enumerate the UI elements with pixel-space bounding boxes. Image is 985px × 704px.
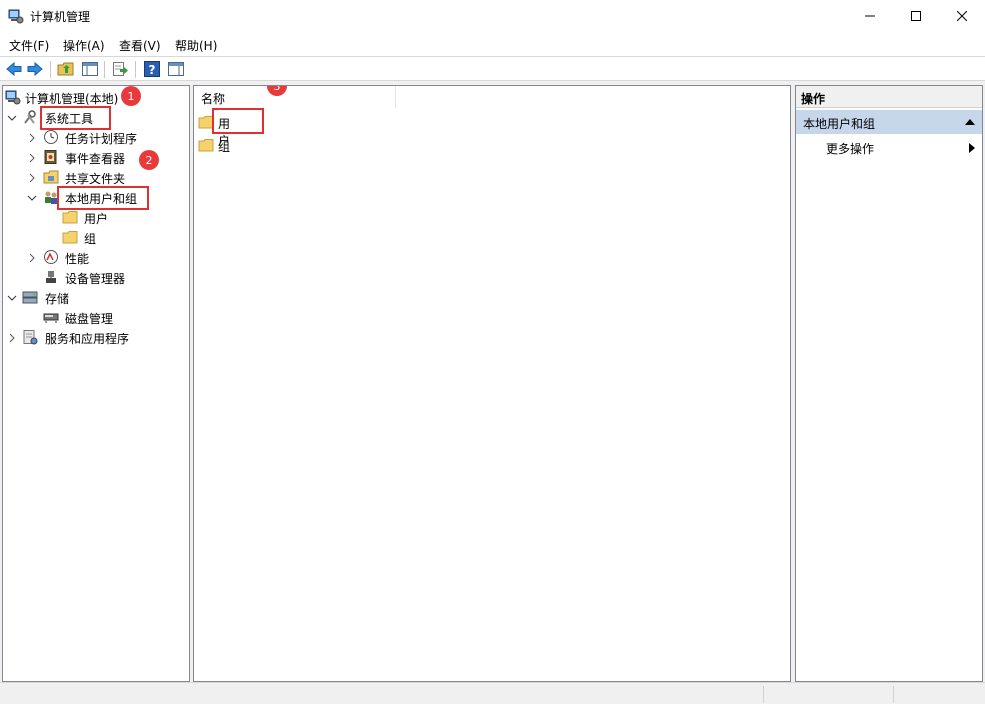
title-bar: 计算机管理 — [0, 0, 985, 32]
list-item-label: 组 — [218, 140, 231, 154]
close-button[interactable] — [939, 0, 985, 32]
forward-arrow-icon[interactable] — [26, 60, 44, 78]
column-header-label: 名称 — [201, 92, 226, 106]
menu-file[interactable]: 文件(F) — [9, 37, 49, 54]
folder-icon — [198, 139, 214, 152]
tree-item-groups[interactable]: 组 — [84, 230, 96, 247]
minimize-icon — [865, 15, 875, 17]
event-viewer-icon — [44, 150, 57, 164]
menu-view[interactable]: 查看(V) — [119, 37, 161, 54]
show-action-pane-icon[interactable] — [167, 60, 185, 78]
tree-item-performance[interactable]: 性能 — [65, 250, 89, 267]
collapse-up-icon[interactable] — [965, 118, 975, 126]
action-pane-header: 操作 — [796, 86, 982, 108]
annotation-highlight-system-tools — [40, 106, 111, 130]
action-group-title: 本地用户和组 — [803, 117, 876, 131]
action-pane: 操作 本地用户和组 更多操作 — [795, 85, 983, 682]
shared-folder-icon — [43, 170, 59, 184]
tree-item-shared-folders[interactable]: 共享文件夹 — [65, 170, 125, 187]
minimize-button[interactable] — [847, 0, 893, 32]
console-tree: 计算机管理(本地) 系统工具 任务计划程序 事件查看器 共享文件夹 本地用户和组… — [2, 85, 190, 682]
action-pane-title: 操作 — [801, 92, 826, 106]
annotation-badge-1: 1 — [121, 86, 141, 106]
storage-icon — [22, 291, 38, 304]
action-more-actions[interactable]: 更多操作 — [826, 140, 874, 157]
computer-management-icon — [8, 9, 24, 24]
computer-management-icon — [5, 90, 21, 105]
status-divider — [893, 686, 894, 703]
tree-item-device-manager[interactable]: 设备管理器 — [65, 270, 125, 287]
chevron-right-icon[interactable] — [27, 133, 37, 143]
results-list: 名称 用户 组 3 — [193, 85, 791, 682]
folder-icon — [62, 231, 78, 244]
toolbar-separator — [135, 61, 136, 78]
services-icon — [23, 330, 38, 345]
more-actions-label: 更多操作 — [826, 142, 875, 156]
toolbar: ? — [0, 56, 985, 81]
device-manager-icon — [46, 271, 56, 283]
window-title: 计算机管理 — [30, 10, 91, 24]
maximize-icon — [911, 11, 921, 21]
menu-bar: 文件(F) 操作(A) 查看(V) 帮助(H) — [0, 32, 985, 56]
tools-icon — [24, 110, 36, 124]
main-frame: 计算机管理(本地) 系统工具 任务计划程序 事件查看器 共享文件夹 本地用户和组… — [0, 81, 985, 682]
close-icon — [957, 11, 967, 21]
tree-item-root[interactable]: 计算机管理(本地) — [25, 90, 118, 107]
performance-icon — [44, 250, 58, 264]
tree-item-event-viewer[interactable]: 事件查看器 — [65, 150, 125, 167]
chevron-down-icon[interactable] — [27, 193, 37, 203]
show-hide-tree-icon[interactable] — [81, 60, 99, 78]
tree-item-task-scheduler[interactable]: 任务计划程序 — [65, 130, 137, 147]
help-icon[interactable]: ? — [143, 60, 161, 78]
clock-icon — [44, 130, 58, 144]
toolbar-separator — [50, 61, 51, 78]
action-group-local-users-groups[interactable]: 本地用户和组 — [796, 110, 982, 134]
chevron-right-icon[interactable] — [27, 253, 37, 263]
toolbar-separator — [104, 61, 105, 78]
up-folder-icon[interactable] — [57, 60, 75, 78]
status-divider — [763, 686, 764, 703]
chevron-down-icon[interactable] — [7, 293, 17, 303]
svg-text:?: ? — [149, 63, 156, 77]
disk-management-icon — [43, 313, 59, 323]
folder-icon — [62, 211, 78, 224]
tree-item-users[interactable]: 用户 — [84, 210, 108, 227]
annotation-highlight-users — [212, 108, 264, 134]
annotation-badge-2: 2 — [139, 150, 159, 170]
chevron-right-icon[interactable] — [27, 173, 37, 183]
menu-help[interactable]: 帮助(H) — [175, 37, 217, 54]
chevron-right-icon[interactable] — [27, 153, 37, 163]
annotation-highlight-local-users-groups — [57, 186, 149, 210]
status-bar — [0, 682, 985, 704]
back-arrow-icon[interactable] — [5, 60, 23, 78]
tree-item-services-apps[interactable]: 服务和应用程序 — [45, 330, 129, 347]
export-list-icon[interactable] — [111, 60, 129, 78]
chevron-right-icon[interactable] — [7, 333, 17, 343]
menu-action[interactable]: 操作(A) — [63, 37, 105, 54]
chevron-down-icon[interactable] — [7, 113, 17, 123]
column-header-name[interactable]: 名称 — [194, 86, 396, 108]
submenu-arrow-icon[interactable] — [969, 143, 975, 153]
maximize-button[interactable] — [893, 0, 939, 32]
tree-item-storage[interactable]: 存储 — [45, 290, 69, 307]
tree-item-disk-management[interactable]: 磁盘管理 — [65, 310, 113, 327]
